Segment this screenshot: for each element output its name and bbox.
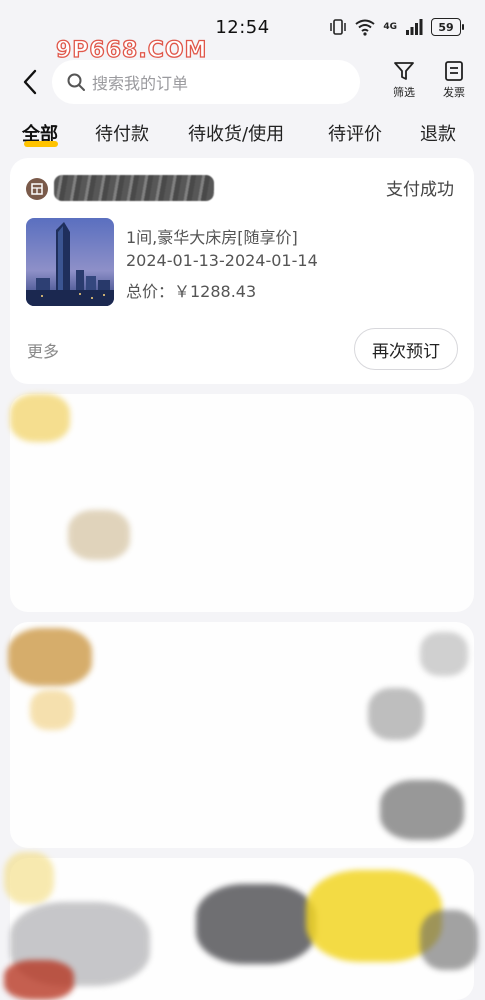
order-tabs: 全部 待付款 待收货/使用 待评价 退款 [0, 116, 485, 152]
total-price: 总价：￥1288.43 [126, 282, 257, 301]
tab-pending-payment[interactable]: 待付款 [95, 120, 149, 146]
wifi-icon [355, 19, 375, 36]
order-status: 支付成功 [386, 180, 454, 200]
vibrate-icon [330, 19, 347, 35]
rebook-button[interactable]: 再次预订 [354, 328, 458, 370]
filter-label: 筛选 [393, 86, 415, 99]
redaction-scribble [420, 632, 468, 676]
invoice-label: 发票 [443, 86, 465, 99]
filter-icon [394, 62, 414, 80]
redaction-scribble [4, 852, 54, 904]
redacted-order-list [0, 390, 485, 1000]
signal-icon [406, 19, 423, 35]
hotel-store-icon [26, 178, 48, 200]
invoice-button[interactable]: 发票 [434, 60, 474, 100]
room-description: 1间,豪华大床房[随享价] [126, 228, 298, 247]
search-placeholder: 搜索我的订单 [92, 74, 189, 93]
redaction-scribble [10, 394, 70, 442]
status-icons: 4G 59 [329, 18, 464, 36]
tab-refund[interactable]: 退款 [420, 120, 456, 146]
header: 搜索我的订单 筛选 发票 [0, 56, 485, 108]
invoice-icon [445, 61, 463, 81]
tab-pending-review[interactable]: 待评价 [328, 120, 382, 146]
redacted-order-card[interactable] [10, 394, 474, 612]
tab-active-indicator [24, 141, 58, 147]
tab-pending-use[interactable]: 待收货/使用 [188, 120, 284, 146]
more-button[interactable]: 更多 [27, 338, 59, 362]
redaction-scribble [420, 910, 478, 970]
redaction-scribble [196, 884, 316, 964]
filter-button[interactable]: 筛选 [384, 60, 424, 100]
back-icon[interactable] [18, 68, 44, 96]
redaction-scribble [380, 780, 464, 840]
redaction-scribble [4, 960, 74, 1000]
hotel-image[interactable] [26, 218, 114, 306]
network-label: 4G [383, 21, 397, 32]
battery-indicator: 59 [431, 18, 464, 36]
order-card[interactable]: 支付成功 1间,豪华大床房[随享价] 2024-01-13-2024-01-14… [10, 158, 474, 384]
stay-dates: 2024-01-13-2024-01-14 [126, 251, 318, 270]
redaction-scribble [30, 690, 74, 730]
redaction-scribble [368, 688, 424, 740]
store-name-redacted[interactable] [54, 175, 214, 201]
search-input[interactable]: 搜索我的订单 [52, 60, 360, 104]
redaction-scribble [68, 510, 130, 560]
search-icon [67, 73, 85, 91]
redaction-scribble [8, 628, 92, 686]
